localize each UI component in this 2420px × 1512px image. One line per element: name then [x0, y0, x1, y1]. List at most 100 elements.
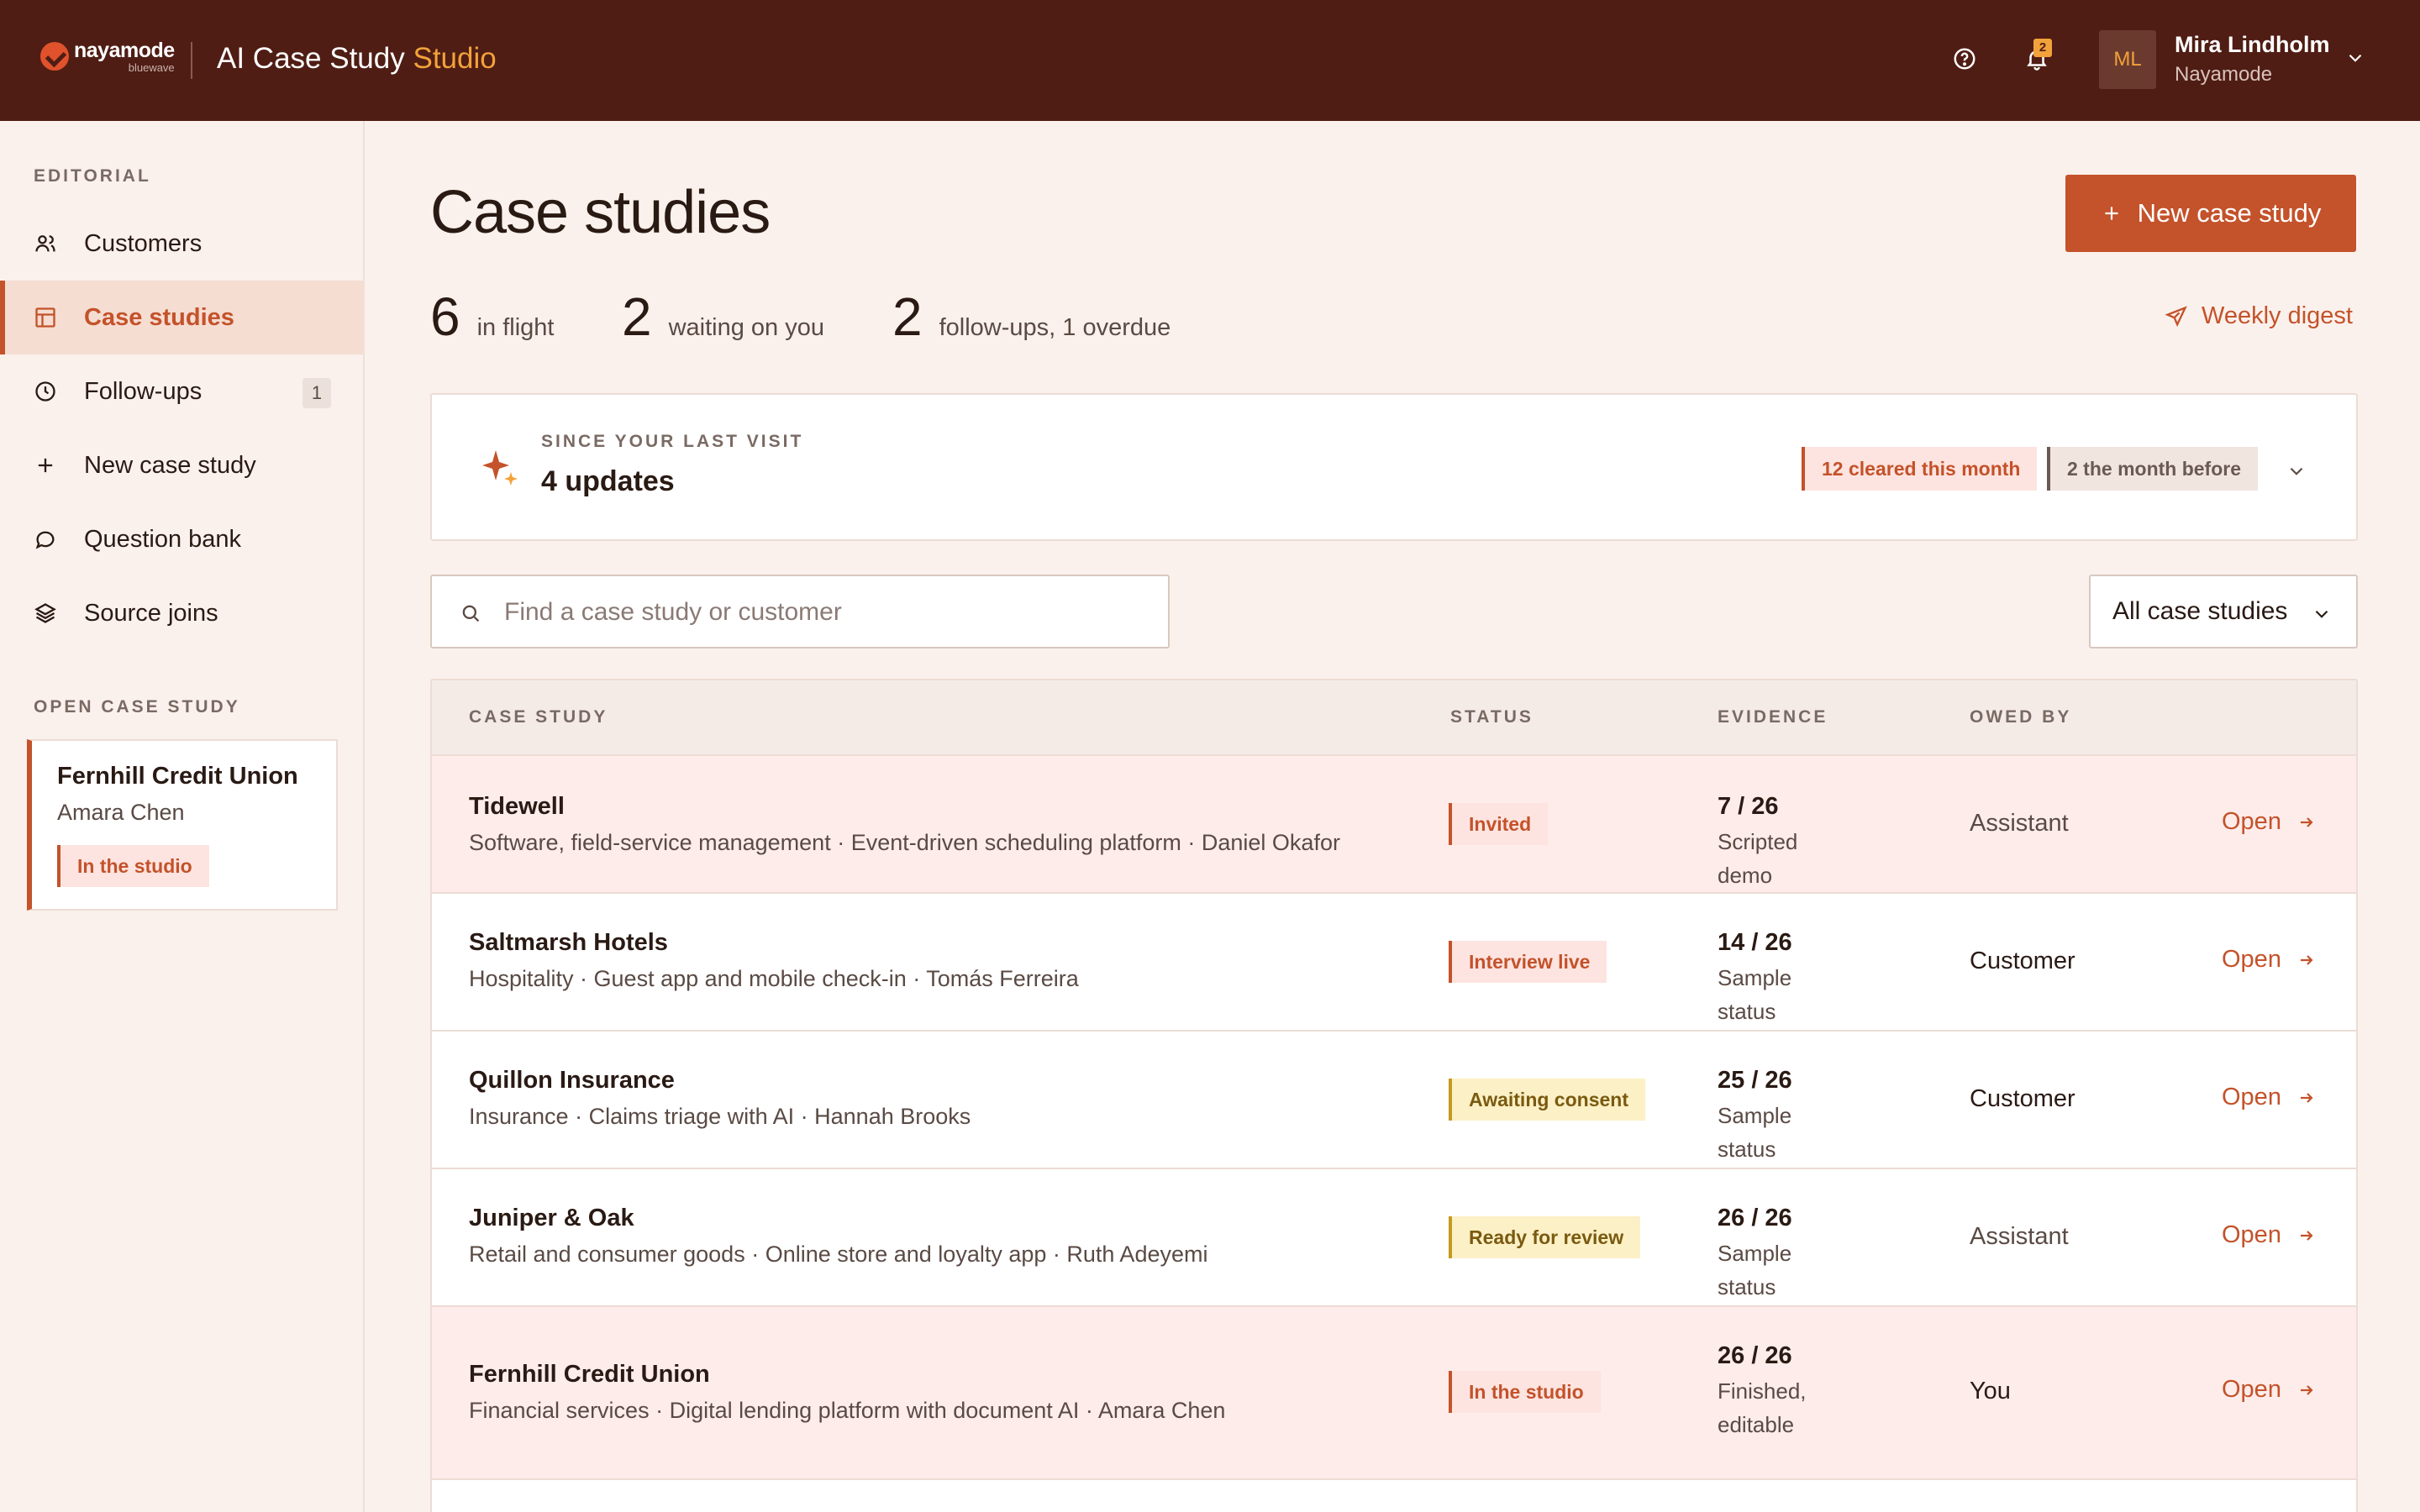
layers-icon	[34, 601, 57, 625]
open-link[interactable]: Open	[2222, 1084, 2317, 1111]
new-case-study-button[interactable]: New case study	[2065, 175, 2356, 252]
logo-wordmark: nayamode	[74, 39, 175, 62]
sidebar-item-label: Follow-ups	[84, 377, 203, 405]
column-header-owed-by[interactable]: OWED BY	[1970, 707, 2071, 727]
sparkle-icon	[482, 447, 519, 487]
open-label: Open	[2222, 946, 2281, 973]
case-meta: Financial services · Digital lending pla…	[469, 1398, 1226, 1423]
help-icon[interactable]	[1946, 40, 1983, 77]
open-label: Open	[2222, 1221, 2281, 1248]
send-icon	[2165, 305, 2187, 327]
sidebar-item-label: Customers	[84, 229, 203, 257]
sidebar-item-new-case-study[interactable]: New case study	[0, 428, 363, 502]
stat-number: 2	[622, 286, 652, 347]
table-header: CASE STUDY STATUS EVIDENCE OWED BY	[432, 680, 2356, 756]
stat-label: waiting on you	[668, 314, 824, 341]
avatar[interactable]: ML	[2099, 30, 2156, 89]
column-header-evidence[interactable]: EVIDENCE	[1718, 707, 1828, 727]
app-title-text: AI Case Study	[217, 42, 405, 75]
sidebar-item-source-joins[interactable]: Source joins	[0, 576, 363, 650]
search-input[interactable]	[504, 593, 1143, 632]
filter-selected-value: All case studies	[2112, 597, 2288, 625]
stat-follow-ups: 2 follow-ups, 1 overdue	[892, 286, 1171, 348]
cleared-this-month-chip: 12 cleared this month	[1802, 447, 2038, 491]
search-box[interactable]	[430, 575, 1170, 648]
chevron-down-icon[interactable]	[2344, 47, 2366, 73]
case-studies-table: CASE STUDY STATUS EVIDENCE OWED BY Tidew…	[430, 679, 2358, 1512]
table-row[interactable]: Fernhill Credit Union Financial services…	[432, 1307, 2356, 1480]
evidence-count: 7 / 26	[1718, 793, 1779, 820]
column-header-status[interactable]: STATUS	[1450, 707, 1534, 727]
owed-by: You	[1970, 1378, 2011, 1404]
case-name: Tidewell	[469, 793, 565, 820]
user-org: Nayamode	[2175, 63, 2273, 86]
brand-logo[interactable]: nayamode bluewave	[40, 39, 175, 74]
open-link[interactable]: Open	[2222, 808, 2317, 836]
sidebar-item-label: New case study	[84, 451, 256, 479]
sidebar-item-case-studies[interactable]: Case studies	[0, 281, 363, 354]
case-meta: Insurance · Claims triage with AI · Hann…	[469, 1104, 971, 1129]
owed-by: Customer	[1970, 948, 2075, 974]
weekly-digest-link[interactable]: Weekly digest	[2165, 302, 2353, 330]
arrow-right-icon	[2300, 1092, 2313, 1103]
sidebar-section-label: EDITORIAL	[34, 166, 151, 186]
case-study-filter-select[interactable]: All case studies	[2089, 575, 2358, 648]
open-label: Open	[2222, 1084, 2281, 1110]
open-case-title: Fernhill Credit Union	[57, 763, 298, 790]
table-row[interactable]: Saltmarsh Hotels Hospitality · Guest app…	[432, 894, 2356, 1032]
stat-number: 6	[430, 286, 460, 347]
case-meta: Hospitality · Guest app and mobile check…	[469, 966, 1079, 991]
arrow-right-icon	[2300, 1230, 2313, 1241]
app-title: AI Case Study Studio	[217, 40, 497, 77]
month-before-chip: 2 the month before	[2047, 447, 2259, 491]
sidebar-item-question-bank[interactable]: Question bank	[0, 502, 363, 576]
open-case-card[interactable]: Fernhill Credit Union Amara Chen In the …	[27, 739, 338, 911]
new-case-study-label: New case study	[2137, 198, 2322, 228]
arrow-right-icon	[2300, 816, 2313, 827]
case-name: Quillon Insurance	[469, 1067, 675, 1094]
updates-panel[interactable]: SINCE YOUR LAST VISIT 4 updates 12 clear…	[430, 393, 2358, 541]
header-divider	[191, 42, 192, 79]
arrow-right-icon	[2300, 1384, 2313, 1395]
follow-ups-count-badge: 1	[302, 378, 331, 408]
chevron-down-icon[interactable]	[2286, 460, 2307, 486]
owed-by: Customer	[1970, 1085, 2075, 1112]
notifications-badge: 2	[2033, 39, 2052, 57]
chat-icon	[34, 528, 57, 551]
stat-waiting-on-you: 2 waiting on you	[622, 286, 824, 348]
open-link[interactable]: Open	[2222, 946, 2317, 974]
status-badge: In the studio	[1449, 1371, 1601, 1413]
evidence-note: Finished, editable	[1718, 1378, 1807, 1437]
table-row[interactable]: Juniper & Oak Retail and consumer goods …	[432, 1169, 2356, 1307]
evidence-note: Sample status	[1718, 965, 1792, 1024]
user-name[interactable]: Mira Lindholm	[2175, 30, 2330, 59]
table-row[interactable]: Quillon Insurance Insurance · Claims tri…	[432, 1032, 2356, 1169]
status-badge: In the studio	[57, 845, 209, 887]
evidence-count: 26 / 26	[1718, 1342, 1792, 1369]
table-row[interactable]: Tidewell Software, field-service managem…	[432, 756, 2356, 894]
open-label: Open	[2222, 1376, 2281, 1403]
column-header-case-study[interactable]: CASE STUDY	[469, 707, 608, 727]
plus-icon	[34, 454, 57, 477]
open-case-section-label: OPEN CASE STUDY	[34, 697, 240, 717]
chevron-down-icon	[2315, 610, 2328, 618]
open-link[interactable]: Open	[2222, 1376, 2317, 1404]
stat-number: 2	[892, 286, 923, 347]
sidebar-item-customers[interactable]: Customers	[0, 207, 363, 281]
app-title-accent: Studio	[413, 42, 497, 75]
stat-label: in flight	[476, 314, 555, 341]
case-name: Fernhill Credit Union	[469, 1361, 710, 1388]
status-badge: Ready for review	[1449, 1216, 1641, 1258]
layout-icon	[34, 306, 57, 329]
clock-icon	[34, 380, 57, 403]
top-bar: nayamode bluewave AI Case Study Studio 2…	[0, 0, 2420, 121]
case-meta: Retail and consumer goods · Online store…	[469, 1242, 1208, 1267]
logo-mark-icon	[40, 42, 69, 71]
open-link[interactable]: Open	[2222, 1221, 2317, 1249]
sidebar-item-follow-ups[interactable]: Follow-ups 1	[0, 354, 363, 428]
owed-by: Assistant	[1970, 1223, 2069, 1250]
status-badge: Awaiting consent	[1449, 1079, 1645, 1121]
sidebar-item-label: Question bank	[84, 525, 242, 553]
status-badge: Interview live	[1449, 941, 1607, 983]
evidence-note: Sample status	[1718, 1103, 1792, 1162]
